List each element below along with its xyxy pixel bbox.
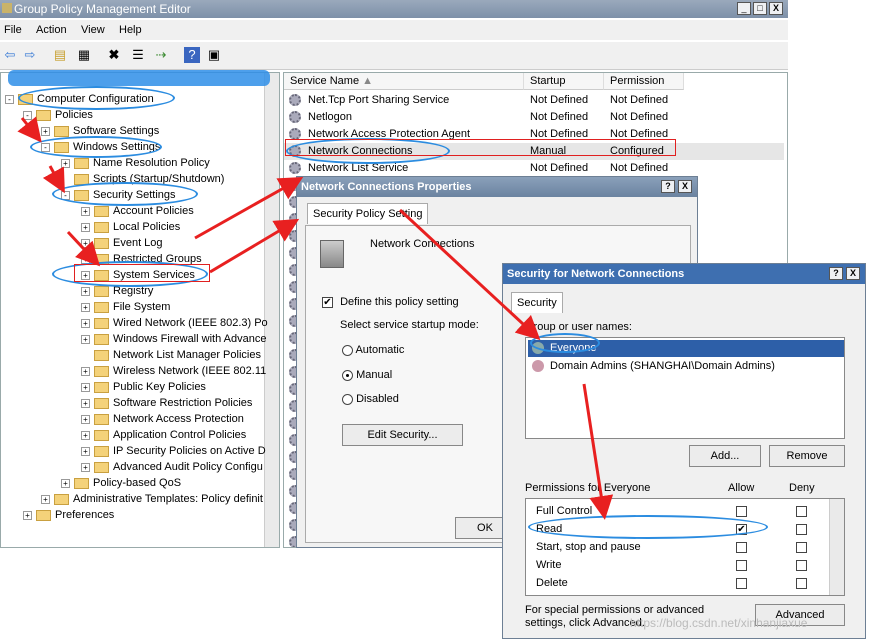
annotation-arrows	[17, 116, 614, 520]
watermark: https://blog.csdn.net/xinhanjiaxue	[630, 616, 808, 630]
